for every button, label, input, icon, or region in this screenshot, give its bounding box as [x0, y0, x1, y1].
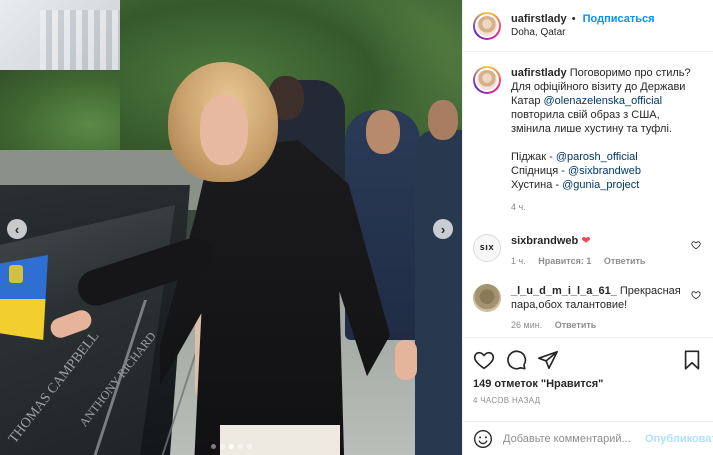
comments-area[interactable]: uafirstlady Поговоримо про стиль? Для оф…: [463, 52, 713, 337]
background-man: [415, 130, 462, 455]
publish-comment-button[interactable]: Опубликовать: [645, 433, 713, 445]
caption-username[interactable]: uafirstlady: [511, 67, 567, 79]
carousel-next-button[interactable]: ›: [433, 219, 453, 239]
caption: uafirstlady Поговоримо про стиль? Для оф…: [473, 66, 703, 214]
author-avatar[interactable]: [473, 11, 501, 40]
caption-text: Спідниця -: [511, 165, 569, 177]
carousel-dot: [246, 444, 252, 449]
location-link[interactable]: Doha, Qatar: [511, 26, 655, 40]
post-header: uafirstlady • Подписаться Doha, Qatar: [463, 0, 713, 52]
comment-item: _l_u_d_m_i_l_a_61_ Прекрасная пара,обох …: [473, 284, 703, 332]
carousel-prev-button[interactable]: ‹: [7, 219, 27, 239]
share-paper-plane-icon[interactable]: [537, 349, 559, 371]
caption-text: Піджак -: [511, 151, 556, 163]
caption-text: повторила свій образ з США,: [511, 109, 660, 121]
carousel-dot: [210, 444, 216, 449]
comment-likes[interactable]: Нравится: 1: [538, 256, 591, 266]
background-man-head: [428, 100, 458, 140]
bookmark-icon[interactable]: [681, 349, 703, 371]
carousel-dot: [237, 444, 243, 449]
like-comment-icon[interactable]: [691, 290, 701, 300]
mention-link[interactable]: @gunia_project: [562, 179, 639, 191]
comment-time: 1 ч.: [511, 256, 526, 266]
header-separator: •: [571, 12, 576, 25]
posted-time[interactable]: 4 ЧАСОВ НАЗАД: [473, 396, 703, 405]
caption-body: uafirstlady Поговоримо про стиль? Для оф…: [511, 66, 701, 214]
woman-hand: [395, 340, 417, 380]
woman-face: [200, 95, 248, 165]
author-avatar[interactable]: [473, 66, 501, 94]
likes-count[interactable]: 149 отметок "Нравится": [473, 378, 703, 390]
comment-bubble-icon[interactable]: [505, 349, 527, 371]
background-man-head: [366, 110, 400, 154]
caption-text: змінила лише хустину та туфлі.: [511, 123, 672, 135]
ukraine-flag: [0, 255, 48, 340]
woman-skirt: [220, 425, 340, 455]
mention-link[interactable]: @sixbrandweb: [568, 165, 641, 177]
mention-link[interactable]: @olenazelenska_official: [544, 95, 663, 107]
comment-time: 26 мин.: [511, 320, 543, 330]
commenter-username[interactable]: _l_u_d_m_i_l_a_61_: [511, 285, 617, 297]
author-username[interactable]: uafirstlady: [511, 13, 567, 25]
mention-link[interactable]: @parosh_official: [556, 151, 638, 163]
caption-text: Поговоримо про стиль?: [569, 67, 691, 79]
caption-text: Хустина -: [511, 179, 563, 191]
comment-input[interactable]: [503, 432, 645, 445]
reply-button[interactable]: Ответить: [555, 320, 597, 330]
instagram-post: THOMAS CAMPBELL ANTHONY RICHARD ‹ › uafi…: [0, 0, 713, 455]
trident-emblem-icon: [9, 265, 23, 283]
heart-emoji-icon: ❤: [581, 235, 591, 247]
post-photo[interactable]: THOMAS CAMPBELL ANTHONY RICHARD ‹ ›: [0, 0, 462, 455]
commenter-avatar[interactable]: [473, 284, 501, 312]
carousel-dot: [219, 444, 225, 449]
carousel-dot: [228, 444, 234, 449]
comment-item: SIX sixbrandweb ❤ 1 ч. Нравится: 1 Ответ…: [473, 234, 703, 268]
reply-button[interactable]: Ответить: [604, 256, 646, 266]
like-comment-icon[interactable]: [691, 240, 701, 250]
commenter-username[interactable]: sixbrandweb: [511, 235, 578, 247]
caption-time: 4 ч.: [511, 202, 526, 212]
caption-text: Катар: [511, 95, 544, 107]
post-sidebar: uafirstlady • Подписаться Doha, Qatar ua…: [462, 0, 713, 455]
post-actions: 149 отметок "Нравится" 4 ЧАСОВ НАЗАД: [463, 337, 713, 421]
like-heart-icon[interactable]: [473, 349, 495, 371]
follow-button[interactable]: Подписаться: [583, 13, 655, 25]
caption-text: Для офіційного візиту до Держави: [511, 81, 686, 93]
emoji-smiley-icon[interactable]: [473, 429, 493, 449]
commenter-avatar[interactable]: SIX: [473, 234, 501, 262]
add-comment-bar: Опубликовать: [463, 421, 713, 455]
carousel-dots: [0, 444, 462, 449]
